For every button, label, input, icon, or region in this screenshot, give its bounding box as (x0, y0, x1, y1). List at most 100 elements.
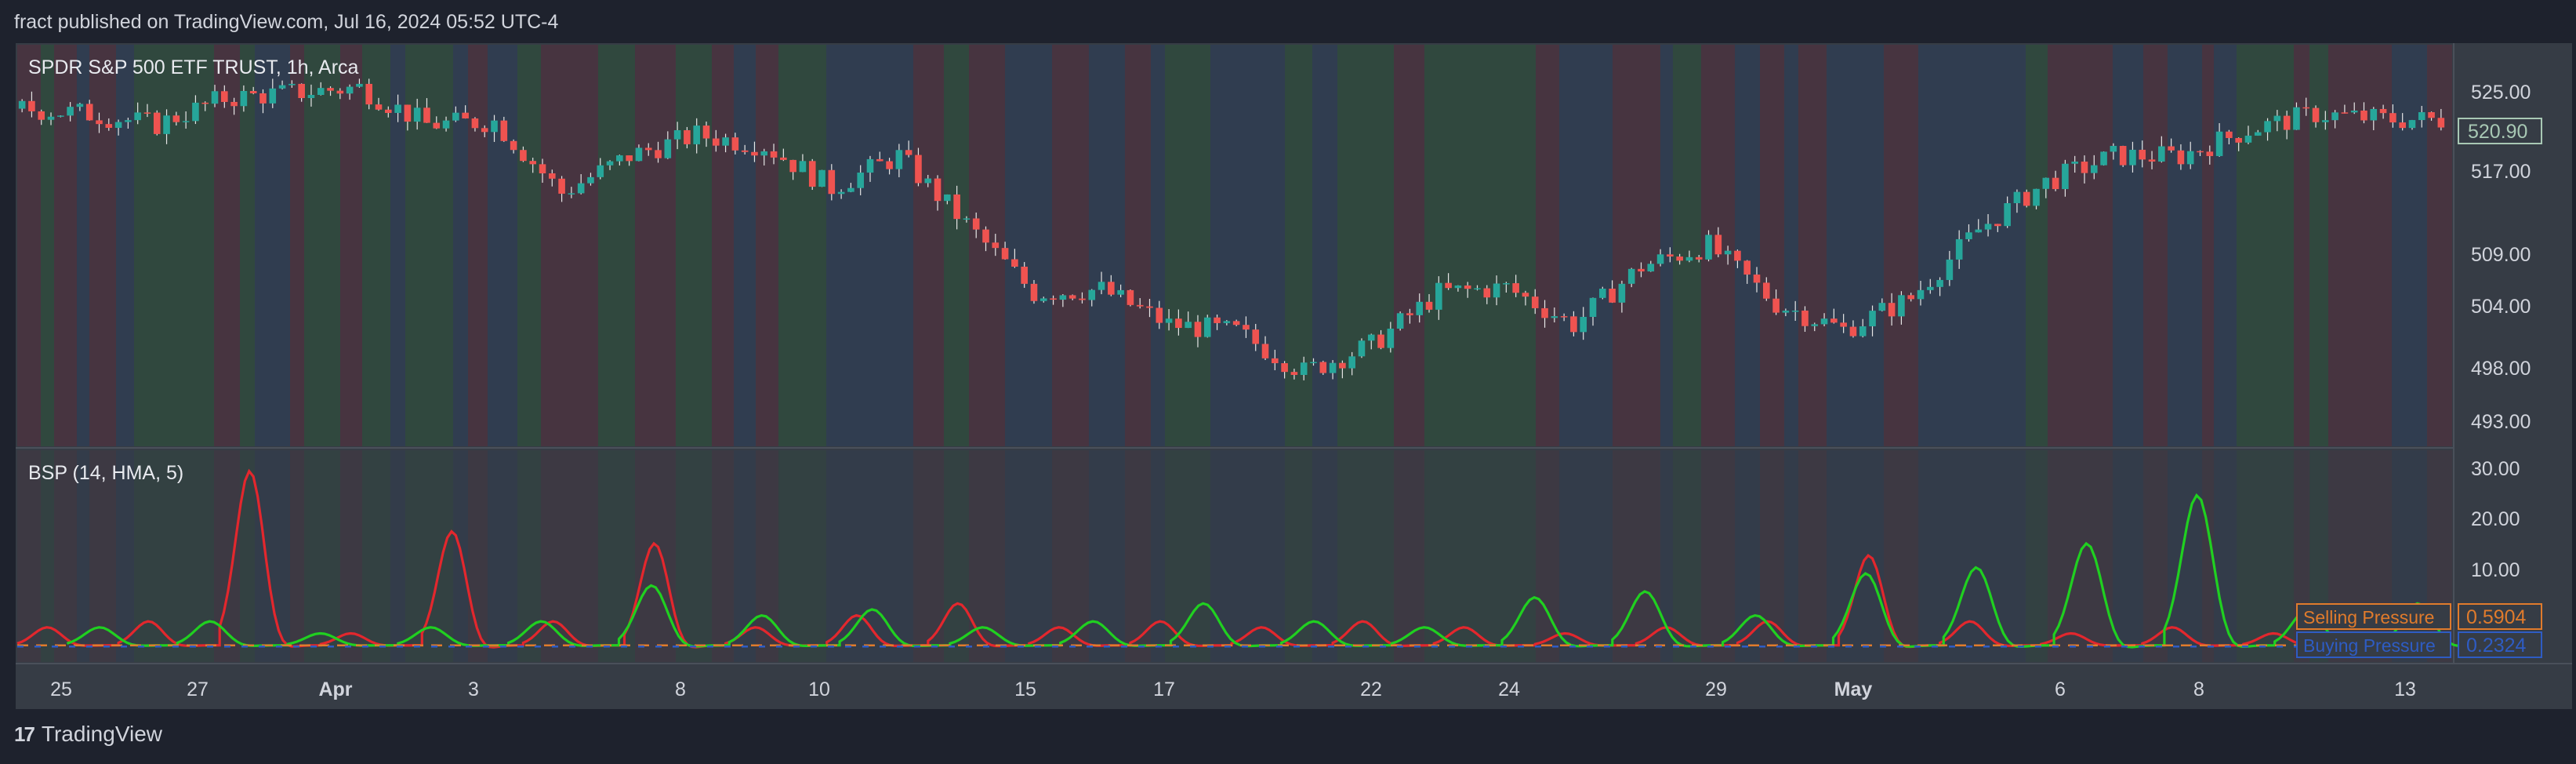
indicator-title[interactable]: BSP (14, HMA, 5) (28, 462, 183, 484)
candle-body (1493, 283, 1500, 298)
regime-stripe (778, 450, 796, 662)
candle-body (1676, 256, 1683, 261)
regime-stripe (712, 45, 734, 446)
candle-body (1753, 275, 1761, 283)
candle-body (1801, 311, 1809, 326)
candle-body (1203, 317, 1211, 337)
regime-stripe (1370, 45, 1394, 446)
candle-body (298, 83, 305, 99)
regime-stripe (676, 45, 712, 446)
candle-body (1474, 288, 1481, 290)
candle-body (905, 150, 912, 155)
candle-body (172, 115, 180, 122)
candle-body (500, 120, 508, 141)
candle-body (1743, 260, 1751, 275)
regime-stripe (1642, 45, 1660, 446)
candle-body (1435, 282, 1442, 310)
regime-stripe (568, 45, 598, 446)
candle-body (385, 109, 392, 113)
time-tick: 25 (50, 679, 72, 700)
regime-stripe (1472, 450, 1487, 662)
candle-body (1367, 334, 1375, 341)
candle-body (2226, 131, 2233, 138)
candle-body (288, 83, 296, 85)
candle-body (1965, 232, 1972, 239)
candle-body (230, 101, 238, 107)
regime-stripe (1312, 450, 1337, 662)
candle-body (1088, 289, 1096, 300)
candle-body (211, 91, 219, 104)
regime-stripe (1570, 450, 1593, 662)
regime-stripe (116, 45, 134, 446)
candle-body (163, 115, 170, 134)
regime-stripe (2265, 450, 2294, 662)
candle-body (114, 122, 122, 128)
candle-body (2215, 131, 2223, 156)
footer-brand[interactable]: 17 TradingView (14, 722, 162, 747)
candle-body (2081, 162, 2088, 173)
candle-body (1339, 362, 1346, 369)
regime-stripe (1884, 45, 1918, 446)
candle-body (1214, 317, 1221, 323)
candle-body (673, 129, 681, 140)
selling-pressure-label: Selling Pressure (2303, 607, 2434, 628)
candle-body (2052, 177, 2059, 190)
regime-stripe (1089, 45, 1102, 446)
candle-body (2148, 159, 2156, 162)
time-tick: 13 (2394, 679, 2416, 700)
candle-body (1772, 298, 1780, 313)
candle-body (510, 140, 517, 151)
regime-stripe (214, 450, 240, 662)
candle-body (1627, 268, 1635, 284)
regime-stripe (1005, 45, 1034, 446)
candle-body (837, 191, 845, 195)
candle-body (587, 176, 594, 184)
regime-stripe (1613, 450, 1642, 662)
candle-body (2197, 151, 2204, 153)
candle-body (915, 155, 922, 184)
indicator-tick: 10.00 (2471, 559, 2520, 581)
candle-body (520, 150, 527, 162)
regime-stripe (390, 450, 405, 662)
regime-stripe (2392, 450, 2408, 662)
regime-stripe (1412, 45, 1424, 446)
regime-stripe (778, 45, 796, 446)
regime-stripe (1102, 45, 1125, 446)
regime-stripe (1660, 45, 1673, 446)
candle-body (1955, 238, 1963, 260)
regime-stripe (362, 450, 390, 662)
candle-body (1541, 307, 1548, 318)
candle-body (2360, 111, 2367, 121)
candle-body (1011, 259, 1018, 267)
candle-body (2206, 151, 2214, 156)
chart-area[interactable]: 525.00 517.00 509.00 504.00 498.00 493.0… (0, 0, 2576, 764)
candle-body (635, 147, 643, 162)
candle-body (143, 112, 151, 114)
time-axis[interactable] (16, 664, 2572, 709)
candle-body (1512, 283, 1519, 293)
regime-stripe (1685, 450, 1701, 662)
price-tick: 509.00 (2471, 244, 2531, 266)
regime-stripe (712, 450, 734, 662)
regime-stripe (2084, 45, 2113, 446)
regime-stripe (1034, 45, 1052, 446)
regime-stripe (1370, 450, 1394, 662)
candle-body (1175, 318, 1182, 329)
regime-stripe (2168, 450, 2202, 662)
candle-body (934, 178, 942, 202)
candle-body (28, 100, 35, 111)
candle-body (423, 107, 430, 123)
candle-body (1165, 318, 1173, 323)
candle-body (789, 159, 796, 173)
candle-body (1734, 250, 1741, 261)
regime-stripe (2427, 45, 2452, 446)
candle-body (336, 90, 344, 94)
main-chart-title[interactable]: SPDR S&P 500 ETF TRUST, 1h, Arca (28, 56, 359, 78)
candle-body (828, 169, 836, 195)
candle-body (471, 118, 479, 129)
regime-stripe (1394, 45, 1412, 446)
candle-body (76, 104, 84, 107)
candle-body (770, 151, 778, 158)
candle-body (2379, 108, 2387, 114)
regime-stripe (304, 450, 340, 662)
